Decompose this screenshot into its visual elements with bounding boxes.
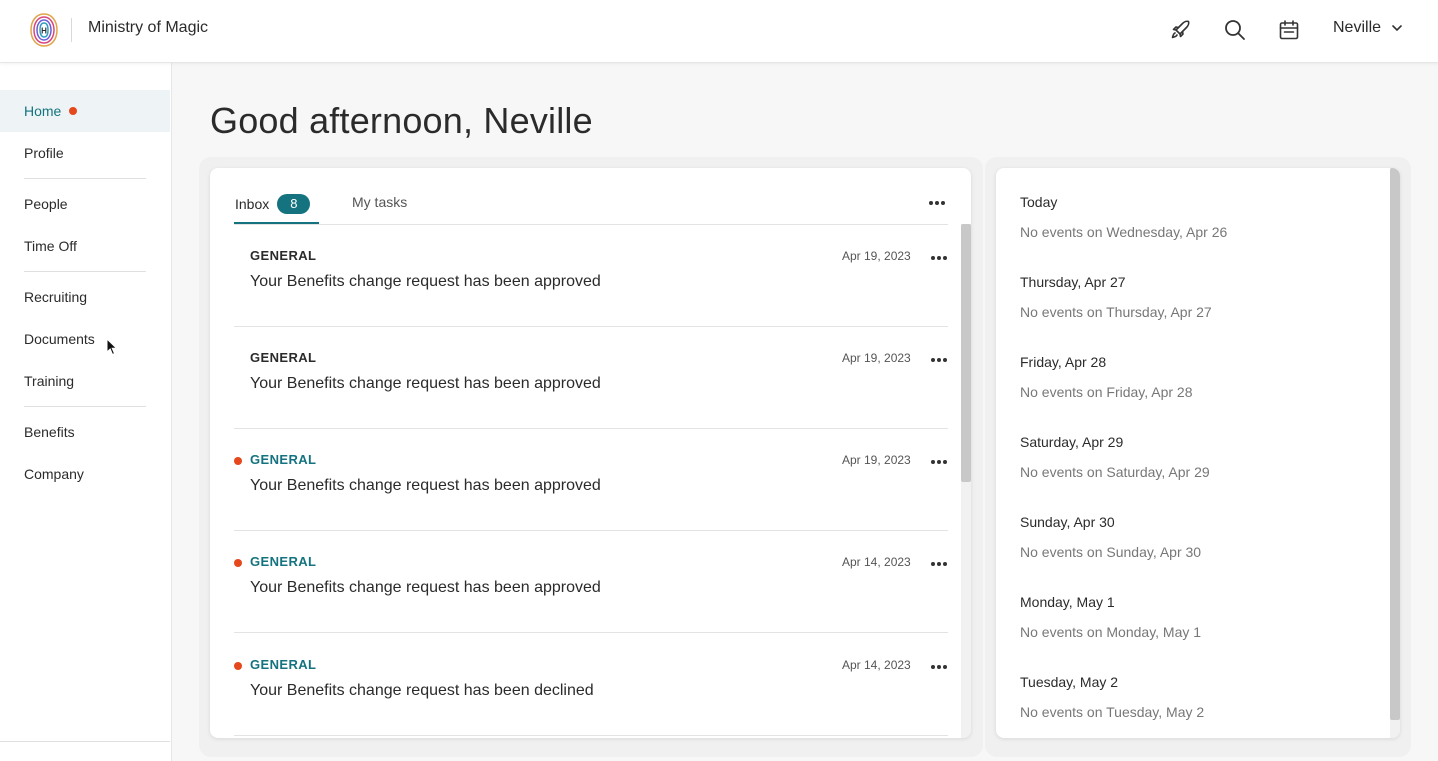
item-more-icon[interactable] [928, 660, 950, 674]
sidebar-item-home[interactable]: Home [0, 90, 170, 132]
mouse-cursor-icon [106, 337, 118, 356]
item-more-icon[interactable] [928, 557, 950, 571]
sidebar-divider [24, 178, 146, 179]
calendar-scrollbar-thumb[interactable] [1390, 168, 1400, 720]
calendar-day-heading: Sunday, Apr 30 [1020, 514, 1115, 530]
inbox-tabs: Inbox 8 My tasks [234, 190, 948, 225]
item-title: Your Benefits change request has been ap… [250, 375, 601, 392]
item-more-icon[interactable] [928, 455, 950, 469]
tab-label: My tasks [352, 194, 408, 210]
sidebar-item-label: Time Off [24, 238, 77, 254]
svg-text:H: H [41, 27, 47, 36]
sidebar-item-label: People [24, 196, 68, 212]
item-category: GENERAL [250, 657, 317, 672]
calendar-day-note: No events on Wednesday, Apr 26 [1020, 224, 1228, 240]
item-date: Apr 19, 2023 [842, 351, 911, 365]
sidebar-item-company[interactable]: Company [0, 453, 170, 495]
sidebar-divider [24, 271, 146, 272]
item-category: GENERAL [250, 452, 317, 467]
calendar-day-heading: Saturday, Apr 29 [1020, 434, 1124, 450]
inbox-item[interactable]: GENERAL Your Benefits change request has… [234, 327, 948, 429]
item-date: Apr 19, 2023 [842, 249, 911, 263]
inbox-item[interactable]: GENERAL Your Benefits change request has… [234, 531, 948, 633]
calendar-day-note: No events on Sunday, Apr 30 [1020, 544, 1202, 560]
item-date: Apr 19, 2023 [842, 453, 911, 467]
calendar-day-note: No events on Tuesday, May 2 [1020, 704, 1205, 720]
sidebar-item-documents[interactable]: Documents [0, 318, 170, 360]
sidebar-item-label: Home [24, 103, 62, 119]
item-category: GENERAL [250, 554, 317, 569]
unread-dot [234, 662, 242, 670]
user-name: Neville [1333, 19, 1382, 36]
sidebar-item-label: Profile [24, 145, 64, 161]
item-more-icon[interactable] [928, 353, 950, 367]
item-date: Apr 14, 2023 [842, 555, 911, 569]
item-category: GENERAL [250, 248, 317, 263]
calendar-day-note: No events on Friday, Apr 28 [1020, 384, 1193, 400]
sidebar-item-profile[interactable]: Profile [0, 132, 170, 174]
calendar-day-heading: Monday, May 1 [1020, 594, 1115, 610]
search-icon[interactable] [1223, 18, 1247, 42]
calendar-scrollbar[interactable] [1390, 168, 1400, 738]
calendar-day-heading: Friday, Apr 28 [1020, 354, 1107, 370]
sidebar-item-people[interactable]: People [0, 183, 170, 225]
sidebar-item-label: Training [24, 373, 75, 389]
inbox-item[interactable]: GENERAL Your Benefits change request has… [234, 225, 948, 327]
item-category: GENERAL [250, 350, 317, 365]
sidebar: Home Profile People Time Off Recruiting … [0, 62, 172, 761]
item-title: Your Benefits change request has been ap… [250, 579, 601, 596]
calendar-day-note: No events on Thursday, Apr 27 [1020, 304, 1212, 320]
inbox-more-icon[interactable] [926, 196, 948, 210]
sidebar-item-label: Documents [24, 331, 95, 347]
unread-dot [234, 457, 242, 465]
notification-dot [69, 107, 78, 115]
inbox-scrollbar[interactable] [961, 224, 971, 738]
sidebar-item-recruiting[interactable]: Recruiting [0, 276, 170, 318]
logo-icon[interactable]: H [28, 12, 60, 48]
sidebar-item-label: Benefits [24, 424, 75, 440]
rocket-icon[interactable] [1168, 18, 1192, 42]
sidebar-bottom-divider [0, 741, 170, 742]
sidebar-item-label: Company [24, 466, 84, 482]
tab-inbox[interactable]: Inbox 8 [235, 194, 311, 214]
active-tab-indicator [234, 222, 319, 224]
item-more-icon[interactable] [928, 251, 950, 265]
page-title: Good afternoon, Neville [210, 100, 593, 141]
calendar-day-heading: Thursday, Apr 27 [1020, 274, 1126, 290]
inbox-item[interactable]: GENERAL Your Benefits change request has… [234, 634, 948, 736]
chevron-down-icon [1392, 25, 1402, 32]
calendar-day-heading: Today [1020, 194, 1058, 210]
sidebar-item-time-off[interactable]: Time Off [0, 225, 170, 267]
calendar-icon[interactable] [1277, 18, 1301, 42]
top-bar: H Ministry of Magic Neville [0, 0, 1438, 63]
app-title: Ministry of Magic [88, 19, 209, 36]
calendar-card: Today No events on Wednesday, Apr 26 Thu… [996, 168, 1400, 738]
item-title: Your Benefits change request has been ap… [250, 273, 601, 290]
user-menu[interactable]: Neville [1333, 19, 1403, 37]
calendar-day-note: No events on Monday, May 1 [1020, 624, 1202, 640]
inbox-card: Inbox 8 My tasks GENERAL Your Benefits c… [210, 168, 971, 738]
sidebar-item-label: Recruiting [24, 289, 88, 305]
inbox-count-badge: 8 [277, 194, 311, 214]
calendar-day-heading: Tuesday, May 2 [1020, 674, 1119, 690]
tab-my-tasks[interactable]: My tasks [352, 194, 407, 210]
calendar-day-note: No events on Saturday, Apr 29 [1020, 464, 1210, 480]
item-title: Your Benefits change request has been de… [250, 682, 594, 699]
sidebar-item-benefits[interactable]: Benefits [0, 411, 170, 453]
tab-label: Inbox [235, 196, 270, 212]
item-date: Apr 14, 2023 [842, 658, 911, 672]
sidebar-divider [24, 406, 146, 407]
inbox-scrollbar-thumb[interactable] [961, 224, 971, 482]
item-title: Your Benefits change request has been ap… [250, 477, 601, 494]
inbox-item[interactable]: GENERAL Your Benefits change request has… [234, 429, 948, 531]
logo-divider [71, 18, 72, 42]
unread-dot [234, 559, 242, 567]
sidebar-item-training[interactable]: Training [0, 360, 170, 402]
